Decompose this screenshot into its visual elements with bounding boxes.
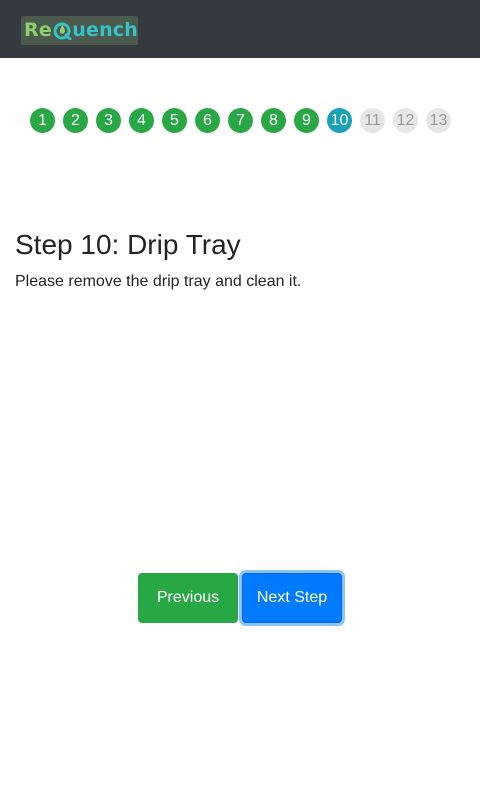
top-navbar: Re uench (0, 0, 480, 58)
step-4[interactable]: 4 (129, 108, 154, 133)
step-1[interactable]: 1 (30, 108, 55, 133)
step-2[interactable]: 2 (63, 108, 88, 133)
step-description: Please remove the drip tray and clean it… (15, 273, 302, 290)
step-11: 11 (360, 108, 385, 133)
previous-button[interactable]: Previous (138, 573, 238, 623)
step-12: 12 (393, 108, 418, 133)
brand-logo[interactable]: Re uench (21, 16, 138, 45)
step-5[interactable]: 5 (162, 108, 187, 133)
step-9[interactable]: 9 (294, 108, 319, 133)
step-6[interactable]: 6 (195, 108, 220, 133)
droplet-q-icon (53, 21, 72, 40)
step-title: Step 10: Drip Tray (15, 229, 241, 260)
logo-text-re: Re (24, 19, 52, 41)
step-8[interactable]: 8 (261, 108, 286, 133)
step-10[interactable]: 10 (327, 108, 352, 133)
logo-text-uench: uench (72, 19, 138, 41)
next-step-button[interactable]: Next Step (242, 573, 342, 623)
step-3[interactable]: 3 (96, 108, 121, 133)
step-13: 13 (426, 108, 451, 133)
step-7[interactable]: 7 (228, 108, 253, 133)
